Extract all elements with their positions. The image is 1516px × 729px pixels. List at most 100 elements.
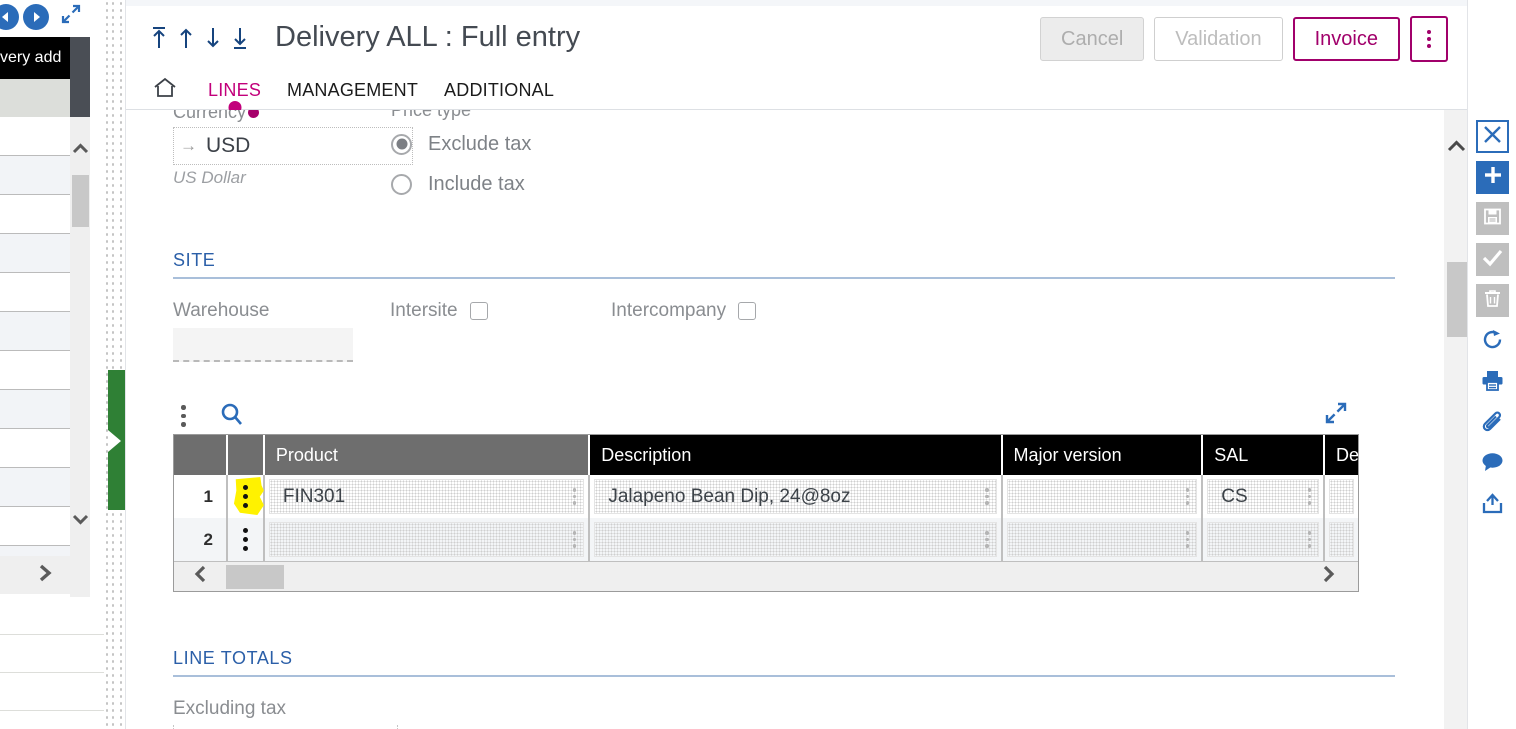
confirm-button[interactable] — [1476, 243, 1509, 276]
grid-scroll-track[interactable] — [226, 562, 1298, 592]
cell-menu-icon[interactable] — [572, 488, 577, 505]
cell-product[interactable]: FIN301 — [265, 475, 591, 518]
comment-button[interactable] — [1476, 448, 1509, 481]
intercompany-checkbox[interactable] — [738, 302, 757, 320]
list-item[interactable] — [0, 507, 70, 546]
arrow-right-icon[interactable]: → — [180, 136, 197, 156]
radio-include-tax[interactable] — [391, 173, 412, 195]
grid-horizontal-scrollbar[interactable] — [174, 561, 1358, 591]
left-panel-next-page-button[interactable] — [0, 556, 90, 594]
currency-input[interactable]: → USD — [173, 127, 413, 165]
cell-product[interactable] — [265, 518, 591, 561]
cell-major-version[interactable] — [1003, 475, 1204, 518]
content-scrollbar[interactable] — [1444, 110, 1468, 729]
panel-collapse-handle[interactable] — [108, 370, 125, 510]
content-scrollbar-thumb[interactable] — [1447, 262, 1468, 337]
header-overflow-button[interactable] — [1410, 16, 1448, 62]
grid-header-num[interactable] — [174, 435, 228, 475]
cancel-button[interactable]: Cancel — [1040, 17, 1145, 61]
chevron-up-icon[interactable] — [1444, 134, 1468, 158]
grid-search-icon[interactable] — [219, 401, 245, 432]
grid-scroll-thumb[interactable] — [226, 564, 284, 589]
cell-sal[interactable] — [1203, 518, 1326, 561]
cell-description[interactable]: Jalapeno Bean Dip, 24@8oz — [590, 475, 1003, 518]
radio-exclude-tax[interactable] — [391, 133, 412, 155]
list-item[interactable] — [0, 390, 70, 429]
cell-delivery[interactable] — [1325, 475, 1358, 518]
row-menu-button[interactable] — [228, 518, 265, 561]
cell-fill — [1006, 479, 1198, 514]
cell-menu-icon[interactable] — [1307, 531, 1312, 548]
table-row[interactable]: 2 — [174, 518, 1358, 561]
list-item[interactable] — [0, 429, 70, 468]
left-panel-prev-button[interactable] — [0, 3, 19, 30]
tab-management[interactable]: MANAGEMENT — [287, 73, 418, 107]
grid-options-icon[interactable] — [181, 405, 186, 427]
warehouse-input[interactable] — [173, 328, 353, 362]
cell-description[interactable] — [590, 518, 1003, 561]
refresh-button[interactable] — [1476, 325, 1509, 358]
grid-header-description[interactable]: Description — [590, 435, 1003, 475]
intersite-field[interactable]: Intersite — [390, 300, 488, 322]
chevron-up-icon[interactable] — [70, 139, 90, 159]
attach-button[interactable] — [1476, 407, 1509, 440]
grid-header-menu[interactable] — [227, 435, 265, 475]
left-panel-scrollbar[interactable] — [70, 117, 90, 597]
grid-header-major-version[interactable]: Major version — [1002, 435, 1204, 475]
list-item[interactable] — [0, 117, 70, 156]
delete-button[interactable] — [1476, 284, 1509, 317]
cell-menu-icon[interactable] — [572, 531, 577, 548]
price-type-option-include[interactable]: Include tax — [391, 167, 721, 201]
cell-sal[interactable]: CS — [1203, 475, 1326, 518]
cell-menu-icon[interactable] — [1185, 531, 1190, 548]
last-record-button[interactable] — [229, 23, 251, 53]
cell-menu-icon[interactable] — [1185, 488, 1190, 505]
create-button[interactable] — [1476, 161, 1509, 194]
grid-header-product[interactable]: Product — [264, 435, 591, 475]
intersite-checkbox[interactable] — [469, 302, 488, 320]
left-panel-expand-icon[interactable] — [60, 3, 82, 30]
cell-delivery[interactable] — [1325, 518, 1358, 561]
list-item[interactable] — [0, 673, 104, 711]
previous-record-button[interactable] — [175, 23, 197, 53]
grid-header-delivery[interactable]: Deli — [1325, 435, 1367, 475]
validation-button[interactable]: Validation — [1154, 17, 1283, 61]
list-item[interactable] — [0, 195, 70, 234]
list-item[interactable] — [0, 234, 70, 273]
close-button[interactable] — [1476, 120, 1509, 153]
list-item[interactable] — [0, 273, 70, 312]
left-panel-selected-row[interactable] — [0, 79, 70, 117]
list-item[interactable] — [0, 312, 70, 351]
left-panel-next-button[interactable] — [23, 3, 49, 30]
next-record-button[interactable] — [202, 23, 224, 53]
table-row[interactable]: 1 FIN301 Jalapeno Bean Dip, 24@8oz CS — [174, 475, 1358, 518]
export-button[interactable] — [1476, 489, 1509, 522]
tab-lines[interactable]: LINES — [208, 73, 261, 107]
intercompany-field[interactable]: Intercompany — [611, 300, 757, 322]
list-item[interactable] — [0, 635, 104, 673]
grid-header-sal[interactable]: SAL — [1203, 435, 1325, 475]
grid-scroll-left-button[interactable] — [174, 564, 226, 589]
cell-menu-icon[interactable] — [985, 531, 989, 548]
list-item[interactable] — [0, 711, 104, 729]
list-item[interactable] — [0, 351, 70, 390]
save-button[interactable] — [1476, 202, 1509, 235]
invoice-button[interactable]: Invoice — [1292, 17, 1400, 61]
excluding-tax-input[interactable] — [173, 725, 398, 729]
tab-additional[interactable]: ADDITIONAL — [444, 73, 554, 107]
list-item[interactable] — [0, 468, 70, 507]
grid-expand-icon[interactable] — [1323, 400, 1349, 431]
print-button[interactable] — [1476, 366, 1509, 399]
chevron-down-icon[interactable] — [70, 509, 90, 529]
first-record-button[interactable] — [148, 23, 170, 53]
cell-menu-icon[interactable] — [1307, 488, 1312, 505]
cell-major-version[interactable] — [1003, 518, 1204, 561]
cell-menu-icon[interactable] — [985, 488, 989, 505]
row-menu-button[interactable] — [228, 475, 265, 518]
grid-scroll-right-button[interactable] — [1298, 564, 1358, 589]
tab-home[interactable] — [148, 75, 182, 105]
list-item[interactable] — [0, 597, 104, 635]
price-type-option-exclude[interactable]: Exclude tax — [391, 127, 721, 161]
list-item[interactable] — [0, 156, 70, 195]
left-panel-scrollbar-thumb[interactable] — [72, 175, 89, 227]
